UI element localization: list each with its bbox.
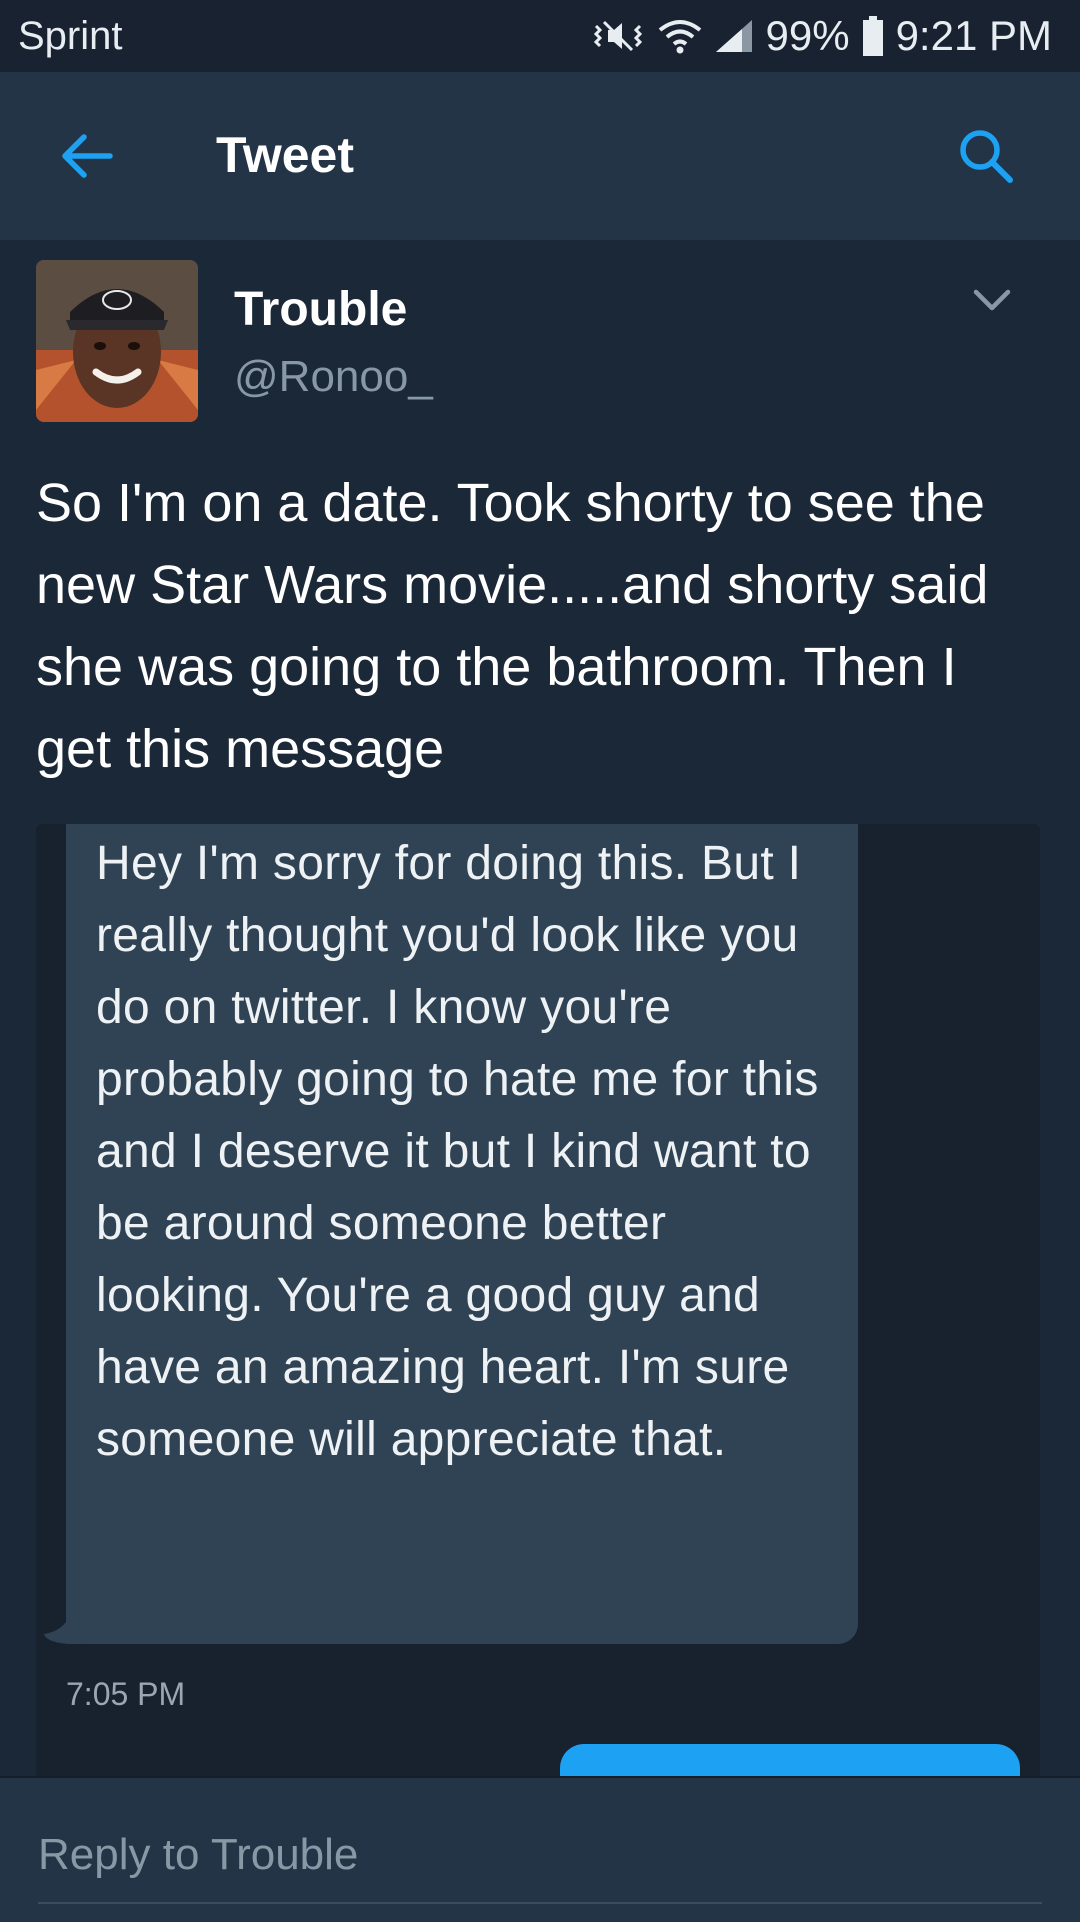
search-button[interactable] [954,124,1018,188]
tweet-media-image[interactable]: Hey I'm sorry for doing this. But I real… [36,824,1040,1776]
tweet-detail: Trouble @Ronoo_ So I'm on a date. Took s… [0,240,1080,1776]
page-title: Tweet [216,127,354,183]
carrier-label: Sprint [18,14,123,58]
clock: 9:21 PM [895,12,1052,59]
chevron-down-icon [973,289,1011,311]
received-message-bubble: Hey I'm sorry for doing this. But I real… [66,824,858,1644]
user-handle[interactable]: @Ronoo_ [234,352,433,402]
mute-vibrate-icon [590,18,646,54]
tweet-options-button[interactable] [968,286,1016,316]
display-name[interactable]: Trouble [234,282,407,337]
reply-bar: Reply to Trouble [0,1776,1080,1922]
avatar[interactable] [36,260,198,422]
message-timestamp: 7:05 PM [66,1676,186,1712]
battery-icon [862,16,884,56]
wifi-icon [658,18,702,54]
back-button[interactable] [56,124,120,188]
reply-divider [38,1902,1042,1904]
battery-level: 99% [765,12,850,59]
status-bar: Sprint 99% 9:21 PM [0,0,1080,72]
app-bar: Tweet [0,72,1080,240]
signal-icon [714,18,754,54]
reply-input[interactable]: Reply to Trouble [38,1830,358,1880]
status-icons: 99% 9:21 PM [590,12,1052,60]
tweet-text: So I'm on a date. Took shorty to see the… [36,473,989,779]
back-arrow-icon [62,134,113,178]
bubble-tail [44,1584,84,1644]
sent-message-bubble [560,1744,1020,1776]
search-icon [960,130,1013,183]
message-text: Hey I'm sorry for doing this. But I real… [96,837,819,1466]
profile-photo [36,260,198,422]
